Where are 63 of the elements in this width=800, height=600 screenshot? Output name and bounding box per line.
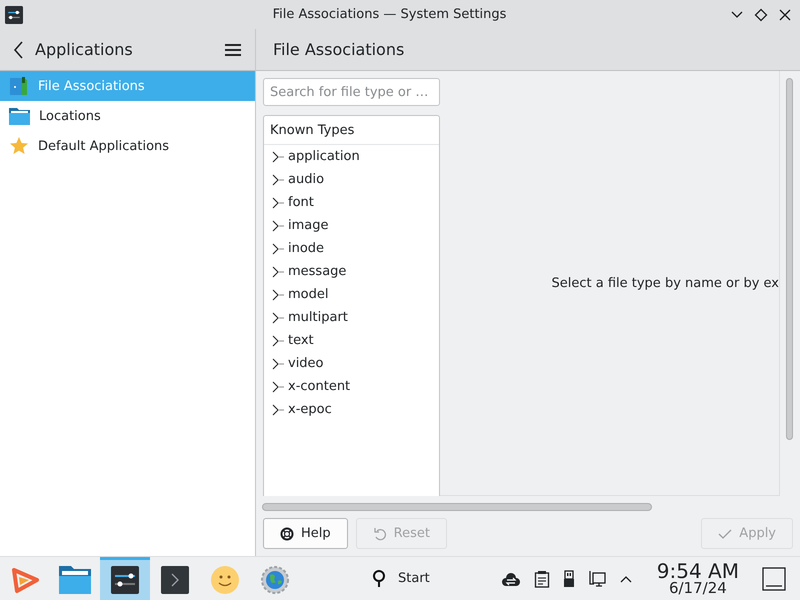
tree-item[interactable]: image	[288, 218, 328, 233]
settings-icon	[111, 566, 139, 594]
tree-item[interactable]: message	[288, 264, 346, 279]
file-icon	[9, 76, 29, 96]
page-title: File Associations	[273, 40, 404, 59]
globe-gear-icon	[261, 566, 289, 594]
expand-icon[interactable]	[271, 288, 285, 300]
expand-icon[interactable]	[271, 174, 285, 186]
expand-icon[interactable]	[271, 404, 285, 416]
expand-icon[interactable]	[271, 312, 285, 324]
maximize-icon[interactable]	[754, 8, 768, 22]
menu-icon[interactable]	[224, 42, 242, 56]
network-icon[interactable]	[588, 570, 606, 588]
clock-time[interactable]: 9:54 AM	[656, 561, 739, 581]
settings-app-icon	[5, 6, 23, 24]
search-field[interactable]: Search for file type or …	[263, 78, 440, 106]
check-icon	[718, 526, 732, 540]
task-button[interactable]	[100, 557, 150, 600]
usb-drive-icon[interactable]	[562, 570, 575, 588]
terminal-icon	[161, 566, 189, 594]
column-header[interactable]: Known Types	[264, 116, 439, 145]
pin-icon	[372, 570, 386, 588]
show-desktop-icon[interactable]	[762, 566, 786, 590]
lifebuoy-icon	[280, 526, 294, 540]
expand-icon[interactable]	[271, 380, 285, 392]
clipboard-icon[interactable]	[534, 570, 550, 588]
tree-item[interactable]: application	[288, 149, 360, 164]
tree-item[interactable]: font	[288, 195, 314, 210]
sidebar-item[interactable]: Locations	[0, 101, 255, 131]
tree-item[interactable]: x-epoc	[288, 402, 332, 417]
cloud-sync-icon[interactable]	[500, 570, 521, 586]
undo-icon	[372, 526, 387, 540]
sidebar-title: Applications	[35, 40, 133, 59]
tree-item[interactable]: inode	[288, 241, 324, 256]
window-title: File Associations — System Settings	[272, 7, 508, 22]
expand-icon[interactable]	[618, 574, 633, 584]
expand-icon[interactable]	[271, 220, 285, 232]
expand-icon[interactable]	[271, 196, 285, 208]
folder-icon	[59, 566, 91, 594]
back-icon[interactable]	[13, 40, 25, 58]
tree-item[interactable]: audio	[288, 172, 324, 187]
scrollbar-thumb[interactable]	[786, 78, 793, 440]
close-icon[interactable]	[778, 8, 792, 22]
expand-icon[interactable]	[271, 242, 285, 254]
folder-icon	[9, 107, 30, 125]
expand-icon[interactable]	[271, 334, 285, 346]
tree-item[interactable]: video	[288, 356, 324, 371]
start-label[interactable]: Start	[398, 571, 430, 586]
tree-item[interactable]: text	[288, 333, 314, 348]
expand-icon[interactable]	[271, 150, 285, 162]
smiley-icon	[211, 566, 239, 594]
sidebar-item[interactable]: Default Applications	[0, 131, 255, 161]
expand-icon[interactable]	[271, 266, 285, 278]
tree-item[interactable]: multipart	[288, 310, 348, 325]
expand-icon[interactable]	[271, 358, 285, 370]
launcher-icon	[11, 567, 39, 593]
tree-item[interactable]: model	[288, 287, 328, 302]
clock-date[interactable]: 6/17/24	[668, 581, 727, 596]
action-button[interactable]: Help	[263, 518, 348, 549]
star-icon	[9, 136, 29, 156]
tree-item[interactable]: x-content	[288, 379, 350, 394]
hint-text: Select a file type by name or by ex	[552, 276, 779, 290]
scrollbar-thumb[interactable]	[262, 503, 652, 511]
